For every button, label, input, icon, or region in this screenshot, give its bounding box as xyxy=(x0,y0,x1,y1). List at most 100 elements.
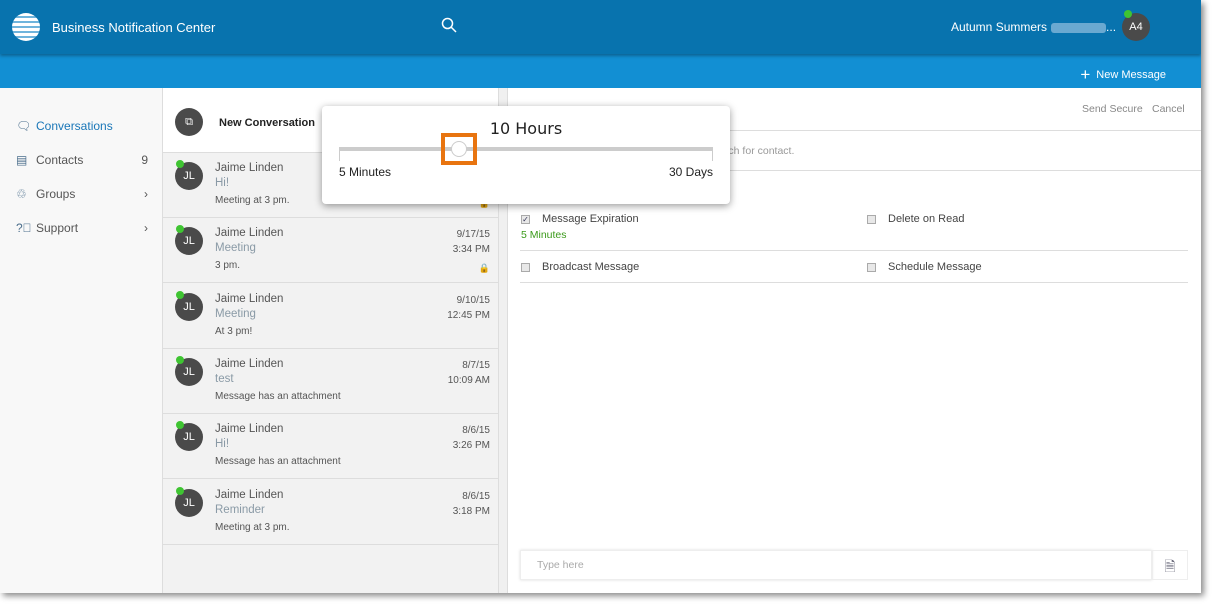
toolbar: + New Message xyxy=(0,54,1201,88)
sidebar-item-conversations[interactable]: 🗨 Conversations xyxy=(16,119,148,133)
app-window: Business Notification Center Autumn Summ… xyxy=(0,0,1201,593)
date: 8/6/15 xyxy=(462,425,490,437)
user-name-text: Autumn Summers xyxy=(951,20,1048,34)
date: 8/6/15 xyxy=(462,490,490,502)
timestamp: 9/10/15 12:45 PM xyxy=(447,293,490,323)
conversation-item[interactable]: JL Jaime Linden test Message has an atta… xyxy=(163,349,498,414)
expiration-slider[interactable] xyxy=(339,133,713,165)
broadcast-option[interactable]: Broadcast Message xyxy=(521,261,639,273)
sidebar-item-contacts[interactable]: ▤ Contacts 9 xyxy=(16,153,148,167)
lock-icon: 🔒 xyxy=(478,263,490,274)
divider xyxy=(520,282,1188,283)
max-label: 30 Days xyxy=(668,165,713,179)
plus-icon: + xyxy=(1080,65,1091,84)
label: Schedule Message xyxy=(888,261,982,273)
cancel-button[interactable]: Cancel xyxy=(1152,103,1185,115)
online-indicator xyxy=(176,290,184,299)
track-end xyxy=(712,147,713,161)
label: Groups xyxy=(36,187,76,201)
att-logo xyxy=(12,13,40,41)
search-icon[interactable] xyxy=(441,17,457,33)
date: 8/7/15 xyxy=(462,359,490,371)
preview: 3 pm. xyxy=(215,260,241,272)
new-message-label: New Message xyxy=(1096,68,1166,81)
expiration-slider-popup: 10 Hours 5 Minutes 30 Days xyxy=(322,106,730,204)
preview: At 3 pm! xyxy=(215,325,253,337)
checkbox[interactable] xyxy=(867,214,876,224)
conversation-item[interactable]: JL Jaime Linden Reminder Meeting at 3 pm… xyxy=(163,480,498,545)
subject: Reminder xyxy=(215,503,265,516)
new-conversation-label: New Conversation xyxy=(219,117,315,129)
checkbox[interactable] xyxy=(867,262,876,272)
sidebar: 🗨 Conversations ▤ Contacts 9 ♲ Groups › ?⃝ Sup… xyxy=(0,88,163,593)
slider-thumb[interactable] xyxy=(450,141,467,157)
subject: Meeting xyxy=(215,242,256,255)
conversation-item[interactable]: JL Jaime Linden Meeting At 3 pm! 9/10/15… xyxy=(163,284,498,349)
new-message-button[interactable]: + New Message xyxy=(1080,65,1166,85)
user-name[interactable]: Autumn Summers... xyxy=(951,20,1116,34)
message-expiration-option[interactable]: ✓ Message Expiration xyxy=(521,213,639,225)
divider xyxy=(520,250,1188,251)
conversation-item[interactable]: JL Jaime Linden Hi! Message has an attac… xyxy=(163,414,498,480)
sidebar-item-groups[interactable]: ♲ Groups › xyxy=(16,187,148,201)
delete-on-read-option[interactable]: Delete on Read xyxy=(867,213,964,225)
label: Contacts xyxy=(36,153,84,167)
contact-name: Jaime Linden xyxy=(215,162,284,174)
timestamp: 8/6/15 3:26 PM xyxy=(453,423,490,453)
attachment-icon[interactable]: 🗎 xyxy=(1152,550,1188,580)
label: Broadcast Message xyxy=(542,261,640,273)
contacts-count: 9 xyxy=(141,153,148,167)
send-secure-button[interactable]: Send Secure xyxy=(1082,103,1143,115)
contact-name: Jaime Linden xyxy=(215,227,284,240)
date: 9/10/15 xyxy=(456,294,490,306)
schedule-option[interactable]: Schedule Message xyxy=(867,261,982,273)
checkbox[interactable] xyxy=(521,262,530,272)
chevron-right-icon: › xyxy=(144,221,148,235)
online-indicator xyxy=(176,486,184,495)
timestamp: 8/7/15 10:09 AM xyxy=(448,358,490,388)
preview: Meeting at 3 pm. xyxy=(215,195,290,206)
contact-name: Jaime Linden xyxy=(215,423,284,436)
subject: Meeting xyxy=(215,307,256,320)
time: 3:18 PM xyxy=(452,505,490,517)
preview: Message has an attachment xyxy=(215,456,341,468)
timestamp: 8/6/15 3:18 PM xyxy=(453,489,490,519)
contacts-icon: ▤ xyxy=(16,153,28,167)
preview: Meeting at 3 pm. xyxy=(215,521,290,533)
help-icon: ?⃝ xyxy=(16,221,32,235)
contact-name: Jaime Linden xyxy=(215,357,284,370)
chat-icon: 🗨 xyxy=(16,119,32,133)
groups-icon: ♲ xyxy=(16,187,27,201)
app-title: Business Notification Center xyxy=(52,20,216,35)
subject: Hi! xyxy=(215,438,230,451)
time: 12:45 PM xyxy=(447,309,490,321)
online-indicator xyxy=(1124,10,1132,18)
subject: test xyxy=(215,372,234,385)
online-indicator xyxy=(176,160,184,168)
label: Support xyxy=(36,221,79,235)
subject: Hi! xyxy=(215,177,230,189)
label: Message Expiration xyxy=(542,213,639,225)
new-conversation-icon: ⧉ xyxy=(175,108,203,136)
sidebar-item-support[interactable]: ?⃝ Support › xyxy=(16,221,148,235)
conversation-item[interactable]: JL Jaime Linden Meeting 3 pm. 9/17/15 3:3… xyxy=(163,218,498,284)
preview: Message has an attachment xyxy=(215,390,341,402)
checkbox-checked[interactable]: ✓ xyxy=(521,214,530,224)
contact-name: Jaime Linden xyxy=(215,488,284,501)
label: Conversations xyxy=(36,119,113,133)
expiration-value[interactable]: 5 Minutes xyxy=(521,229,567,241)
message-input[interactable]: Type here xyxy=(520,550,1152,580)
time: 3:34 PM xyxy=(452,244,490,256)
label: Delete on Read xyxy=(888,213,965,225)
placeholder: Type here xyxy=(537,559,584,571)
timestamp: 9/17/15 3:34 PM xyxy=(453,227,490,257)
slider-value: 10 Hours xyxy=(489,119,563,138)
track-end xyxy=(339,147,340,161)
contact-name: Jaime Linden xyxy=(215,292,284,305)
online-indicator xyxy=(176,355,184,364)
time: 10:09 AM xyxy=(447,374,490,386)
header: Business Notification Center Autumn Summ… xyxy=(0,0,1201,54)
min-label: 5 Minutes xyxy=(339,165,392,179)
chevron-right-icon: › xyxy=(144,187,148,201)
date: 9/17/15 xyxy=(456,229,490,241)
